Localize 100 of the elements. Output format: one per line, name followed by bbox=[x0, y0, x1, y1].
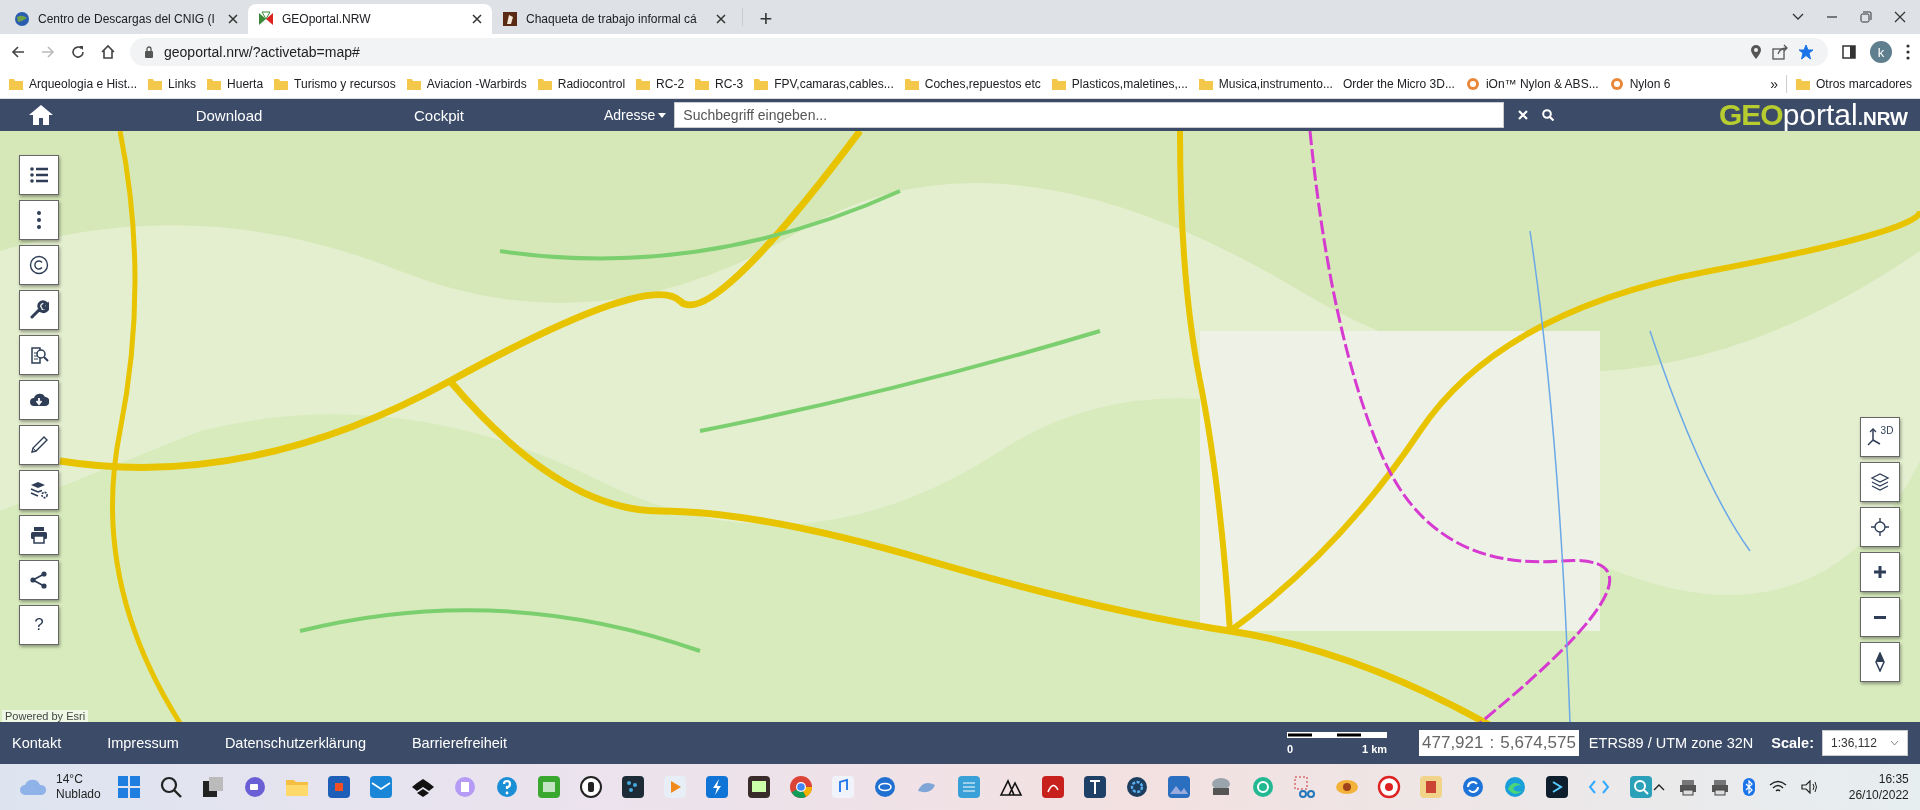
profile-avatar[interactable]: k bbox=[1870, 41, 1892, 63]
mail-icon[interactable] bbox=[368, 775, 393, 800]
footer-link[interactable]: Datenschutzerklärung bbox=[224, 735, 366, 752]
close-icon[interactable] bbox=[716, 14, 726, 24]
store-icon[interactable] bbox=[326, 775, 351, 800]
close-icon[interactable] bbox=[228, 14, 238, 24]
app-icon[interactable] bbox=[1544, 775, 1569, 800]
bookmark-item[interactable]: Plasticos,maletines,... bbox=[1050, 76, 1188, 92]
clock-date[interactable]: 26/10/2022 bbox=[1848, 787, 1909, 804]
bookmark-item[interactable]: Links bbox=[147, 76, 197, 92]
nav-link[interactable]: Cockpit bbox=[334, 106, 544, 124]
app-icon[interactable] bbox=[578, 775, 603, 800]
chrome-icon[interactable] bbox=[788, 775, 813, 800]
clock-time[interactable]: 16:35 bbox=[1878, 771, 1909, 788]
photo-viewer-icon[interactable] bbox=[746, 775, 771, 800]
chat-icon[interactable] bbox=[242, 775, 267, 800]
3d-view-button[interactable]: 3D bbox=[1860, 417, 1900, 457]
star-icon[interactable] bbox=[1798, 44, 1814, 60]
pdf-icon[interactable] bbox=[1040, 775, 1065, 800]
download-button[interactable] bbox=[19, 380, 59, 420]
printer-icon[interactable] bbox=[1678, 778, 1697, 797]
share-icon[interactable] bbox=[1772, 44, 1788, 60]
browser-tab[interactable]: GEOportal.NRW bbox=[248, 4, 492, 34]
side-panel-icon[interactable] bbox=[1842, 45, 1856, 59]
footer-link[interactable]: Impressum bbox=[107, 735, 179, 752]
bookmark-item[interactable]: Nylon 6 bbox=[1608, 76, 1671, 92]
chevron-down-icon[interactable] bbox=[1792, 13, 1804, 21]
reload-icon[interactable] bbox=[70, 44, 86, 60]
close-icon[interactable] bbox=[472, 14, 482, 24]
legend-button[interactable] bbox=[19, 155, 59, 195]
scissors-icon[interactable] bbox=[1292, 775, 1317, 800]
speaker-icon[interactable] bbox=[1800, 780, 1819, 795]
search-field[interactable]: Suchbegriff eingeben... bbox=[674, 102, 1505, 128]
copyright-button[interactable] bbox=[19, 245, 59, 285]
bookmark-item[interactable]: Arqueologia e Hist... bbox=[8, 76, 138, 92]
northing-value: 5,674,575 bbox=[1499, 733, 1577, 754]
bookmark-item[interactable]: Coches,repuestos etc bbox=[903, 76, 1041, 92]
bookmark-folder[interactable]: Otros marcadores bbox=[1794, 76, 1912, 92]
footer-link[interactable]: Barrierefreiheit bbox=[411, 735, 508, 752]
location-pin-icon[interactable] bbox=[1750, 44, 1762, 60]
bluetooth-icon[interactable] bbox=[1742, 778, 1755, 797]
help-button[interactable]: ? bbox=[19, 605, 59, 645]
music-icon[interactable] bbox=[830, 775, 855, 800]
printer-icon[interactable] bbox=[1710, 778, 1729, 797]
chevron-up-icon[interactable] bbox=[1652, 783, 1665, 792]
home-icon[interactable] bbox=[100, 44, 116, 60]
bookmark-item[interactable]: Order the Micro 3D... bbox=[1342, 77, 1455, 91]
app-icon[interactable] bbox=[620, 775, 645, 800]
bookmark-item[interactable]: RC-2 bbox=[635, 76, 685, 92]
print-button[interactable] bbox=[19, 515, 59, 555]
bookmark-item[interactable]: Musica,instrumento... bbox=[1197, 76, 1333, 92]
more-button[interactable] bbox=[19, 200, 59, 240]
bookmark-item[interactable]: Huerta bbox=[206, 76, 264, 92]
zoom-in-button[interactable] bbox=[1860, 552, 1900, 592]
tools-button[interactable] bbox=[19, 290, 59, 330]
draw-button[interactable] bbox=[19, 425, 59, 465]
clear-icon[interactable] bbox=[1518, 110, 1529, 120]
kebab-icon bbox=[37, 211, 41, 229]
search-scope-dropdown[interactable]: Adresse bbox=[604, 107, 667, 123]
locate-button[interactable] bbox=[1860, 507, 1900, 547]
site-icon bbox=[1608, 76, 1625, 92]
browser-tab[interactable]: Centro de Descargas del CNIG (I bbox=[4, 4, 248, 34]
nav-link[interactable]: Download bbox=[124, 106, 334, 124]
windows-logo-icon[interactable] bbox=[116, 775, 141, 800]
search-icon[interactable] bbox=[1542, 109, 1555, 121]
more-menu-icon[interactable] bbox=[1906, 44, 1910, 60]
share-button[interactable] bbox=[19, 560, 59, 600]
restore-icon[interactable] bbox=[1860, 11, 1872, 23]
weather-condition: Nublado bbox=[56, 787, 101, 803]
zoom-out-button[interactable] bbox=[1860, 597, 1900, 637]
crs-label: ETRS89 / UTM zone 32N bbox=[1588, 735, 1754, 752]
image-icon[interactable] bbox=[1166, 775, 1191, 800]
back-arrow-icon[interactable] bbox=[10, 44, 26, 60]
favicon-icon bbox=[14, 11, 30, 27]
bookmark-item[interactable]: Aviacion -Warbirds bbox=[405, 76, 527, 92]
compass-button[interactable] bbox=[1860, 642, 1900, 682]
question-icon[interactable] bbox=[494, 775, 519, 800]
bookmark-item[interactable]: Turismo y recursos bbox=[273, 76, 396, 92]
bookmark-item[interactable]: Radiocontrol bbox=[536, 76, 626, 92]
folder-icon bbox=[635, 76, 652, 92]
address-bar[interactable]: geoportal.nrw/?activetab=map# bbox=[130, 38, 1828, 66]
gear-icon[interactable] bbox=[1124, 775, 1149, 800]
bookmark-item[interactable]: iOn™ Nylon & ABS... bbox=[1464, 76, 1599, 92]
browser-tab[interactable]: Chaqueta de trabajo informal cá bbox=[492, 4, 736, 34]
more-bookmarks-button[interactable]: » bbox=[1766, 76, 1778, 92]
layers-button[interactable] bbox=[1860, 462, 1900, 502]
bookmark-item[interactable]: RC-3 bbox=[694, 76, 744, 92]
info-button[interactable] bbox=[19, 335, 59, 375]
search-icon[interactable] bbox=[158, 775, 183, 800]
bookmark-item[interactable]: FPV,camaras,cables... bbox=[753, 76, 894, 92]
home-icon[interactable] bbox=[28, 104, 54, 126]
app-icon[interactable] bbox=[1082, 775, 1107, 800]
close-icon[interactable] bbox=[1894, 11, 1906, 23]
site-icon bbox=[1464, 76, 1481, 92]
layer-settings-button[interactable] bbox=[19, 470, 59, 510]
task-view-icon[interactable] bbox=[200, 775, 225, 800]
new-tab-button[interactable]: + bbox=[751, 4, 781, 34]
footer-link[interactable]: Kontakt bbox=[12, 735, 62, 752]
sync-icon[interactable] bbox=[1460, 775, 1485, 800]
scale-select[interactable]: 1:36,112 bbox=[1822, 730, 1908, 757]
